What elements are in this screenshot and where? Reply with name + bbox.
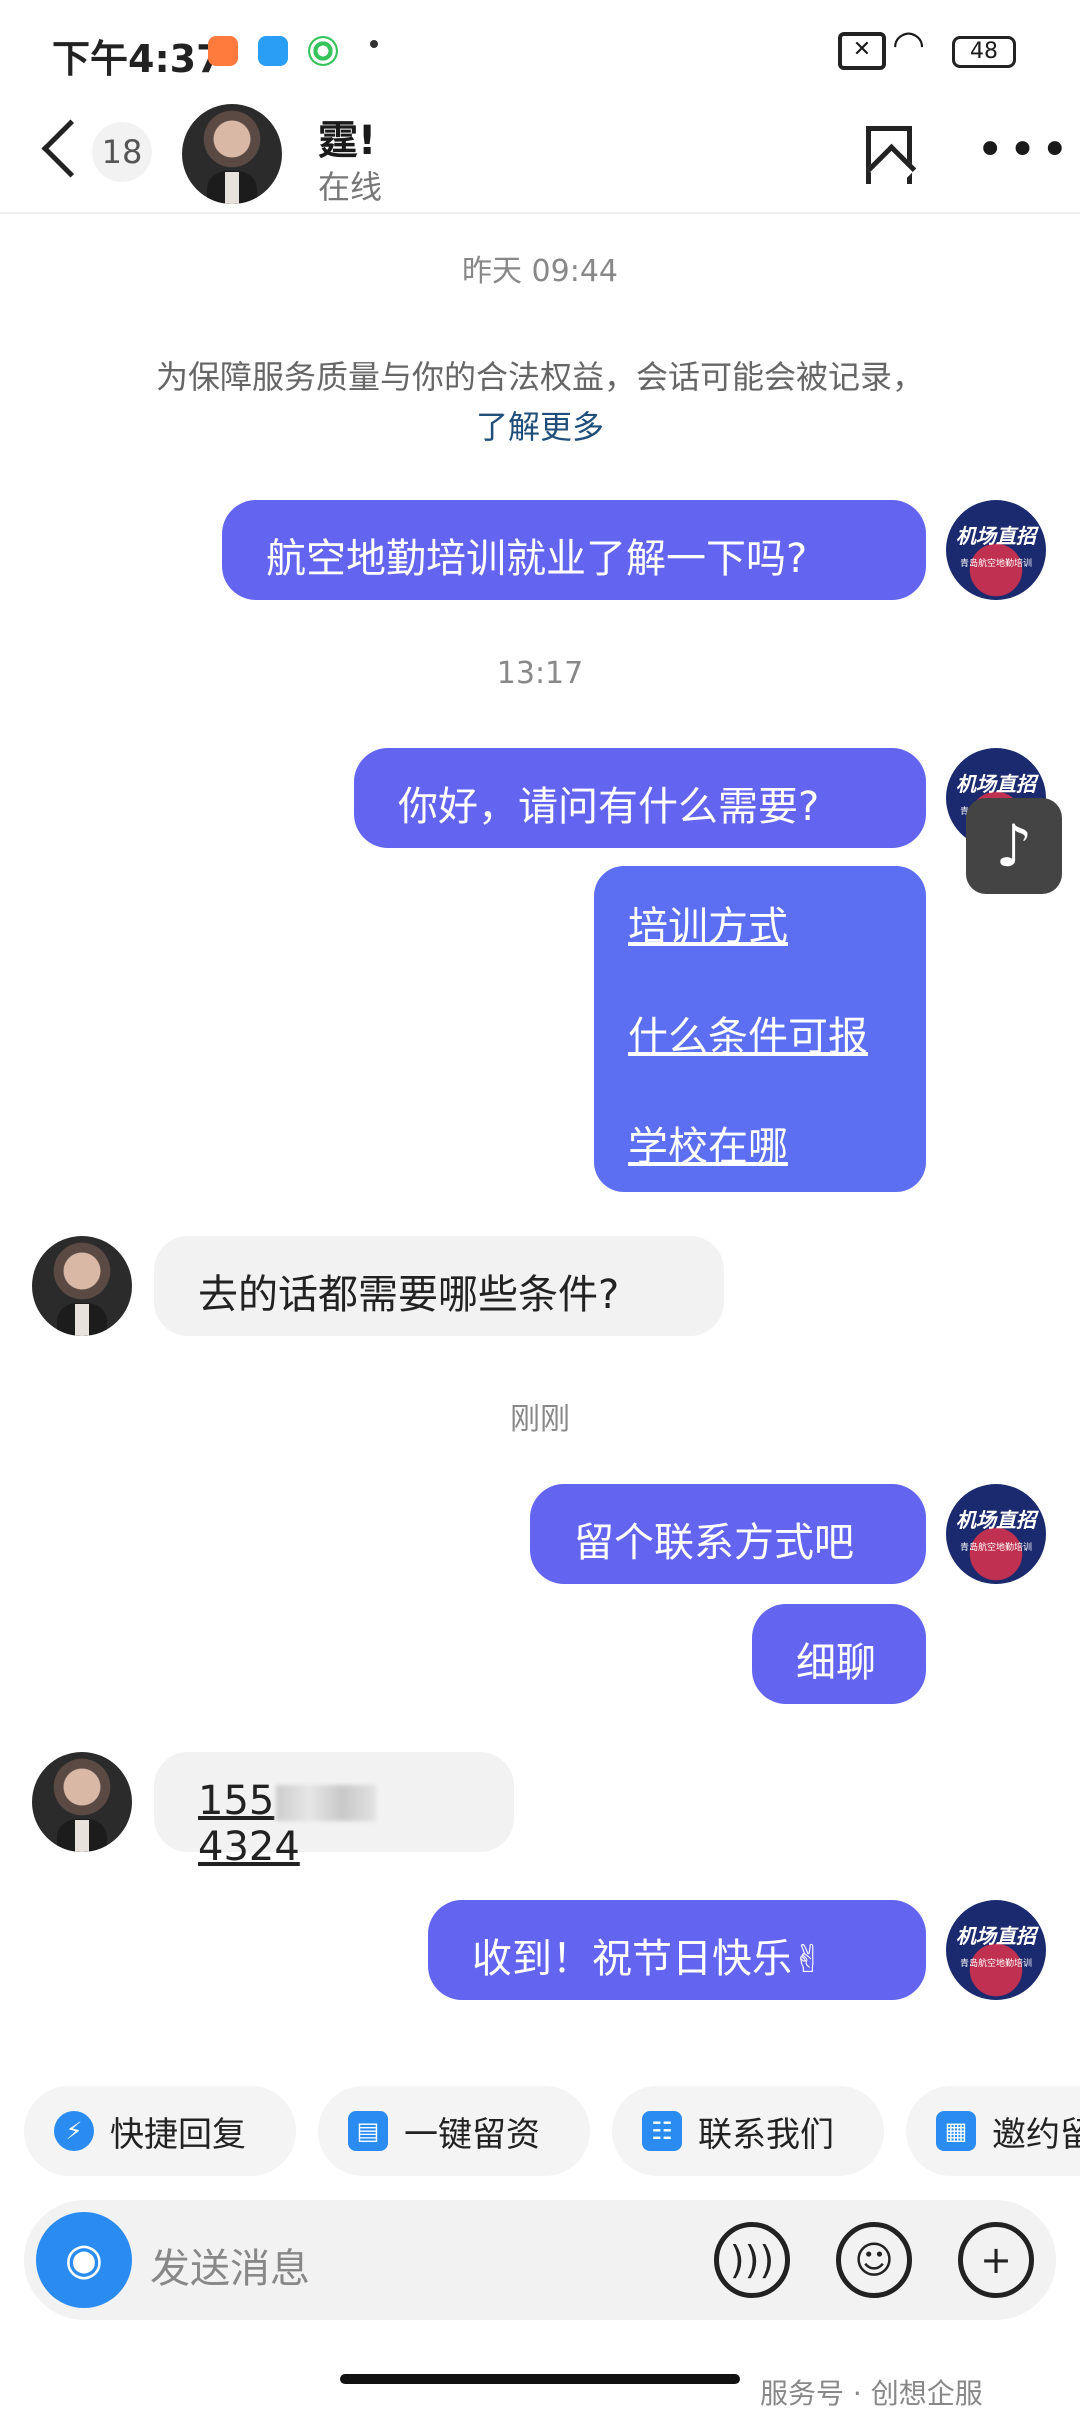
unread-badge: 18 [92,122,152,182]
message-bubble-outgoing[interactable]: 细聊 [752,1604,926,1704]
option-link[interactable]: 培训方式 [628,894,892,952]
chip-label: 快捷回复 [110,2114,246,2155]
voice-icon[interactable]: ))) [714,2222,790,2298]
lightning-icon: ⚡ [54,2111,94,2151]
emoji-icon[interactable]: ☺ [836,2222,912,2298]
contact-status: 在线 [318,168,383,206]
message-bubble-incoming[interactable]: 去的话都需要哪些条件? [154,1236,724,1336]
learn-more-link[interactable]: 了解更多 [0,402,1080,448]
battery-icon: 48 [952,36,1016,68]
tiktok-icon[interactable]: ♪ [966,798,1062,894]
brand-avatar[interactable]: 机场直招 青岛航空地勤培训 [946,1484,1046,1584]
watermark: 服务号 · 创想企服 [760,2377,983,2410]
invite-chip[interactable]: ▦ 邀约留 [906,2086,1080,2176]
calendar-icon: ▦ [936,2111,976,2151]
crossed-fingers-emoji-icon: ✌ [792,1937,824,1981]
contact-avatar[interactable] [32,1752,132,1852]
form-icon: ▤ [348,2111,388,2151]
message-input[interactable]: 发送消息 [150,2236,310,2294]
notification-app-icon [208,36,238,66]
no-sim-icon: ✕ [838,32,886,70]
quick-reply-chip[interactable]: ⚡ 快捷回复 [24,2086,296,2176]
contacts-icon: ☷ [642,2111,682,2151]
contact-us-chip[interactable]: ☷ 联系我们 [612,2086,884,2176]
message-bubble-outgoing[interactable]: 留个联系方式吧 [530,1484,926,1584]
chip-label: 联系我们 [698,2114,834,2155]
message-bubble-outgoing[interactable]: 航空地勤培训就业了解一下吗? [222,500,926,600]
phone-number-message[interactable]: 1554324 [154,1752,514,1870]
timestamp: 刚刚 [510,1402,570,1437]
contact-name: 霆! [318,118,377,164]
dot-icon [370,40,378,48]
bookmark-icon[interactable] [866,126,912,184]
option-link[interactable]: 学校在哪 [628,1114,892,1172]
timestamp: 13:17 [496,656,584,691]
contact-avatar[interactable] [182,104,282,204]
chip-label: 邀约留 [992,2114,1080,2155]
quick-options-card: 培训方式 什么条件可报 学校在哪 [594,866,926,1192]
wifi-icon: ◠ [892,22,926,66]
header-divider [0,212,1080,214]
phone-suffix: 4324 [198,1824,300,1870]
camera-icon[interactable]: ◉ [36,2212,132,2308]
timestamp: 昨天 09:44 [462,254,618,289]
contact-avatar[interactable] [32,1236,132,1336]
brand-avatar[interactable]: 机场直招 青岛航空地勤培训 [946,500,1046,600]
one-click-lead-chip[interactable]: ▤ 一键留资 [318,2086,590,2176]
back-arrow-icon[interactable] [41,119,100,178]
message-bubble-outgoing[interactable]: 收到！祝节日快乐✌ [428,1900,926,2000]
privacy-notice: 为保障服务质量与你的合法权益，会话可能会被记录， [155,358,924,396]
option-link[interactable]: 什么条件可报 [628,1004,892,1062]
circle-app-icon [308,36,338,66]
brand-avatar[interactable]: 机场直招 青岛航空地勤培训 [946,1900,1046,2000]
message-text: 收到！祝节日快乐 [472,1936,792,1982]
chip-label: 一键留资 [404,2114,540,2155]
plus-icon[interactable]: + [958,2222,1034,2298]
status-time: 下午4:37 [52,37,223,81]
phone-prefix: 155 [198,1778,275,1824]
redacted-digits [276,1785,377,1821]
home-indicator[interactable] [340,2374,740,2384]
upload-app-icon [258,36,288,66]
message-bubble-outgoing[interactable]: 你好，请问有什么需要? [354,748,926,848]
